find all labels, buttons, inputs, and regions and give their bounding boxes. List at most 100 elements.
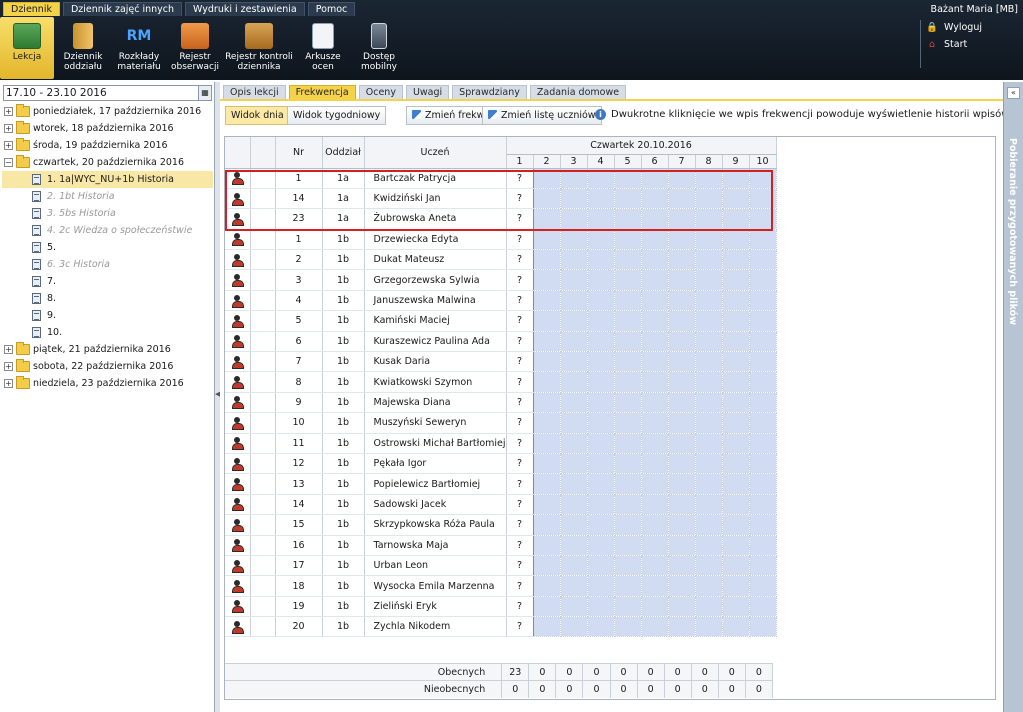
attendance-slot-cell[interactable] — [560, 433, 588, 454]
table-row[interactable]: 3 1b Grzegorzewska Sylwia? — [225, 269, 777, 291]
attendance-cell[interactable]: ? — [506, 249, 534, 271]
attendance-slot-cell[interactable] — [614, 596, 642, 618]
day-view-button[interactable]: Widok dnia — [225, 106, 290, 125]
attendance-slot-cell[interactable] — [749, 392, 777, 414]
attendance-slot-cell[interactable] — [722, 392, 750, 414]
attendance-slot-cell[interactable] — [668, 249, 696, 271]
logout-link[interactable]: 🔒 Wyloguj — [926, 22, 982, 33]
attendance-slot-cell[interactable] — [560, 453, 588, 475]
attendance-slot-cell[interactable] — [695, 168, 723, 189]
attendance-slot-cell[interactable] — [614, 188, 642, 210]
attendance-slot-cell[interactable] — [533, 229, 561, 251]
attendance-slot-cell[interactable] — [695, 514, 723, 536]
attendance-slot-cell[interactable] — [668, 596, 696, 618]
attendance-slot-cell[interactable] — [560, 412, 588, 434]
attendance-slot-cell[interactable] — [749, 412, 777, 434]
change-students-button[interactable]: Zmień listę uczniów — [482, 106, 602, 125]
table-row[interactable]: 10 1b Muszyński Seweryn? — [225, 412, 777, 434]
attendance-slot-cell[interactable] — [614, 412, 642, 434]
attendance-slot-cell[interactable] — [614, 555, 642, 577]
tree-lesson[interactable]: 9. — [2, 307, 213, 324]
attendance-slot-cell[interactable] — [614, 433, 642, 454]
attendance-slot-cell[interactable] — [641, 514, 669, 536]
attendance-slot-cell[interactable] — [668, 555, 696, 577]
attendance-slot-cell[interactable] — [587, 188, 615, 210]
attendance-slot-cell[interactable] — [722, 249, 750, 271]
attendance-slot-cell[interactable] — [641, 596, 669, 618]
attendance-slot-cell[interactable] — [722, 596, 750, 618]
attendance-slot-cell[interactable] — [614, 351, 642, 373]
attendance-slot-cell[interactable] — [695, 310, 723, 332]
attendance-cell[interactable]: ? — [506, 371, 534, 393]
table-row[interactable]: 18 1b Wysocka Emila Marzenna? — [225, 575, 777, 597]
attendance-slot-cell[interactable] — [641, 494, 669, 516]
attendance-cell[interactable]: ? — [506, 269, 534, 291]
attendance-slot-cell[interactable] — [533, 249, 561, 271]
attendance-slot-cell[interactable] — [722, 555, 750, 577]
tab-attendance[interactable]: Frekwencja — [288, 85, 356, 99]
attendance-slot-cell[interactable] — [614, 269, 642, 291]
tree-day[interactable]: + piątek, 21 października 2016 — [2, 341, 213, 358]
attendance-slot-cell[interactable] — [614, 575, 642, 597]
attendance-slot-cell[interactable] — [533, 351, 561, 373]
attendance-slot-cell[interactable] — [587, 392, 615, 414]
attendance-slot-cell[interactable] — [749, 208, 777, 230]
attendance-slot-cell[interactable] — [533, 535, 561, 556]
attendance-slot-cell[interactable] — [749, 168, 777, 189]
attendance-cell[interactable]: ? — [506, 453, 534, 475]
attendance-slot-cell[interactable] — [533, 494, 561, 516]
week-view-button[interactable]: Widok tygodniowy — [287, 106, 387, 125]
tab-remarks[interactable]: Uwagi — [405, 85, 450, 99]
table-row[interactable]: 16 1b Tarnowska Maja? — [225, 535, 777, 556]
attendance-slot-cell[interactable] — [560, 249, 588, 271]
table-row[interactable]: 1 1b Drzewiecka Edyta? — [225, 229, 777, 251]
attendance-slot-cell[interactable] — [695, 392, 723, 414]
table-row[interactable]: 4 1b Januszewska Malwina? — [225, 290, 777, 312]
attendance-slot-cell[interactable] — [614, 229, 642, 251]
attendance-slot-cell[interactable] — [587, 535, 615, 556]
attendance-slot-cell[interactable] — [587, 310, 615, 332]
attendance-slot-cell[interactable] — [722, 371, 750, 393]
attendance-slot-cell[interactable] — [614, 249, 642, 271]
attendance-slot-cell[interactable] — [695, 535, 723, 556]
ribbon-materials-button[interactable]: RM Rozkłady materiału — [112, 17, 166, 79]
attendance-slot-cell[interactable] — [587, 596, 615, 618]
attendance-slot-cell[interactable] — [749, 188, 777, 210]
menu-tab-prints[interactable]: Wydruki i zestawienia — [185, 2, 305, 16]
attendance-slot-cell[interactable] — [641, 575, 669, 597]
attendance-slot-cell[interactable] — [614, 208, 642, 230]
attendance-slot-cell[interactable] — [695, 453, 723, 475]
attendance-slot-cell[interactable] — [587, 555, 615, 577]
expand-toggle-icon[interactable]: + — [4, 362, 13, 371]
attendance-slot-cell[interactable] — [533, 575, 561, 597]
tab-grades[interactable]: Oceny — [358, 85, 403, 99]
col-nr[interactable]: Nr — [275, 137, 323, 169]
attendance-slot-cell[interactable] — [560, 290, 588, 312]
table-row[interactable]: 17 1b Urban Leon? — [225, 555, 777, 577]
attendance-slot-cell[interactable] — [722, 208, 750, 230]
table-row[interactable]: 19 1b Zieliński Eryk? — [225, 596, 777, 618]
attendance-slot-cell[interactable] — [641, 208, 669, 230]
attendance-cell[interactable]: ? — [506, 188, 534, 210]
attendance-slot-cell[interactable] — [587, 473, 615, 495]
attendance-slot-cell[interactable] — [695, 208, 723, 230]
tree-lesson[interactable]: 4. 2c Wiedza o społeczeństwie — [2, 222, 213, 239]
tab-homework[interactable]: Zadania domowe — [529, 85, 627, 99]
attendance-slot-cell[interactable] — [722, 331, 750, 353]
ribbon-control-button[interactable]: Rejestr kontroli dziennika — [224, 17, 294, 79]
tree-lesson[interactable]: 3. 5bs Historia — [2, 205, 213, 222]
attendance-slot-cell[interactable] — [533, 453, 561, 475]
attendance-slot-cell[interactable] — [641, 371, 669, 393]
attendance-slot-cell[interactable] — [587, 269, 615, 291]
attendance-slot-cell[interactable] — [560, 371, 588, 393]
table-row[interactable]: 20 1b Zychla Nikodem? — [225, 616, 777, 638]
attendance-slot-cell[interactable] — [668, 168, 696, 189]
attendance-slot-cell[interactable] — [668, 535, 696, 556]
attendance-slot-cell[interactable] — [560, 596, 588, 618]
table-row[interactable]: 13 1b Popielewicz Bartłomiej? — [225, 473, 777, 495]
attendance-slot-cell[interactable] — [533, 433, 561, 454]
attendance-cell[interactable]: ? — [506, 392, 534, 414]
attendance-cell[interactable]: ? — [506, 494, 534, 516]
attendance-slot-cell[interactable] — [533, 331, 561, 353]
attendance-slot-cell[interactable] — [668, 188, 696, 210]
